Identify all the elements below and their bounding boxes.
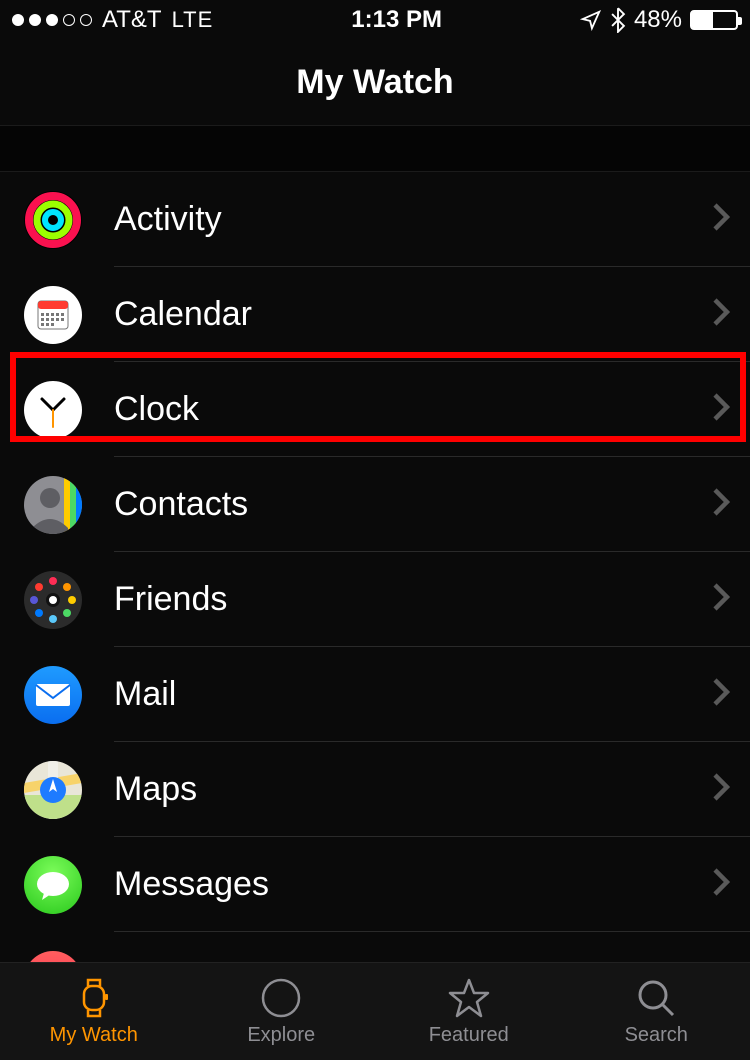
- clock-icon: [24, 381, 82, 439]
- list-item-label: Contacts: [82, 485, 712, 524]
- chevron-right-icon: [712, 392, 730, 427]
- tab-bar: My Watch Explore Featured Search: [0, 962, 750, 1060]
- list-item-label: Maps: [82, 770, 712, 809]
- list-item-maps[interactable]: Maps: [0, 742, 750, 837]
- contacts-icon: [24, 476, 82, 534]
- carrier-label: AT&T: [102, 6, 162, 34]
- settings-list: Activity Calendar: [0, 172, 750, 1027]
- star-icon: [447, 976, 491, 1020]
- status-time: 1:13 PM: [351, 6, 442, 34]
- list-item-messages[interactable]: Messages: [0, 837, 750, 932]
- compass-icon: [259, 976, 303, 1020]
- location-icon: [580, 9, 602, 31]
- chevron-right-icon: [712, 677, 730, 712]
- header: My Watch: [0, 40, 750, 126]
- search-icon: [634, 976, 678, 1020]
- section-spacer: [0, 126, 750, 172]
- friends-icon: [24, 571, 82, 629]
- list-item-label: Clock: [82, 390, 712, 429]
- battery-percent: 48%: [634, 6, 682, 34]
- tab-my-watch[interactable]: My Watch: [0, 963, 188, 1060]
- chevron-right-icon: [712, 582, 730, 617]
- maps-icon: [24, 761, 82, 819]
- page-title: My Watch: [296, 63, 453, 102]
- signal-strength-icon: [12, 14, 92, 26]
- status-bar: AT&T LTE 1:13 PM 48%: [0, 0, 750, 40]
- network-type-label: LTE: [172, 7, 214, 33]
- chevron-right-icon: [712, 202, 730, 237]
- activity-icon: [24, 191, 82, 249]
- tab-search[interactable]: Search: [563, 963, 750, 1060]
- list-item-clock[interactable]: Clock: [0, 362, 750, 457]
- chevron-right-icon: [712, 772, 730, 807]
- chevron-right-icon: [712, 867, 730, 902]
- list-item-contacts[interactable]: Contacts: [0, 457, 750, 552]
- list-item-label: Activity: [82, 200, 712, 239]
- battery-icon: [690, 10, 738, 30]
- tab-label: Featured: [429, 1024, 509, 1047]
- list-item-activity[interactable]: Activity: [0, 172, 750, 267]
- list-item-label: Mail: [82, 675, 712, 714]
- status-left: AT&T LTE: [12, 6, 213, 34]
- watch-icon: [72, 976, 116, 1020]
- status-right: 48%: [580, 6, 738, 34]
- list-item-calendar[interactable]: Calendar: [0, 267, 750, 362]
- tab-featured[interactable]: Featured: [375, 963, 563, 1060]
- chevron-right-icon: [712, 487, 730, 522]
- messages-icon: [24, 856, 82, 914]
- tab-label: Explore: [247, 1024, 315, 1047]
- list-item-label: Calendar: [82, 295, 712, 334]
- tab-label: Search: [625, 1024, 688, 1047]
- mail-icon: [24, 666, 82, 724]
- tab-label: My Watch: [50, 1024, 138, 1047]
- tab-explore[interactable]: Explore: [188, 963, 376, 1060]
- bluetooth-icon: [610, 7, 626, 33]
- list-item-label: Messages: [82, 865, 712, 904]
- chevron-right-icon: [712, 297, 730, 332]
- list-item-mail[interactable]: Mail: [0, 647, 750, 742]
- list-item-friends[interactable]: Friends: [0, 552, 750, 647]
- calendar-icon: [24, 286, 82, 344]
- list-item-label: Friends: [82, 580, 712, 619]
